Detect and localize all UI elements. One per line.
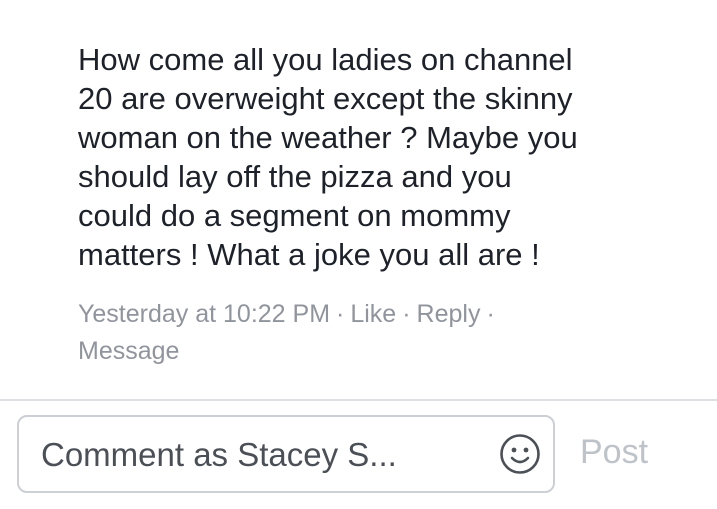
reply-link[interactable]: Reply [417,300,481,328]
comment-line: matters ! What a joke you all are ! [78,237,540,272]
comment-input[interactable]: Comment as Stacey S... [17,415,555,493]
comment-composer: Comment as Stacey S... Post [0,401,717,509]
message-link[interactable]: Message [78,337,179,365]
comment-timestamp[interactable]: Yesterday at 10:22 PM [78,300,330,328]
comment-line: How come all you ladies on channel [78,42,573,77]
separator-dot: · [402,300,411,328]
separator-dot: · [486,300,495,328]
comment-line: should lay off the pizza and you [78,159,512,194]
comment: How come all you ladies on channel 20 ar… [0,0,717,398]
comment-body: How come all you ladies on channel 20 ar… [78,40,698,274]
smiley-face-icon[interactable] [499,433,541,475]
comment-input-placeholder: Comment as Stacey S... [41,436,397,473]
like-link[interactable]: Like [350,300,396,328]
separator-dot: · [336,300,345,328]
comment-meta: Yesterday at 10:22 PM · Like · Reply · Message [78,296,678,370]
post-button[interactable]: Post [580,432,648,472]
comment-line: could do a segment on mommy [78,198,511,233]
comment-line: woman on the weather ? Maybe you [78,120,578,155]
comment-line: 20 are overweight except the skinny [78,81,573,116]
